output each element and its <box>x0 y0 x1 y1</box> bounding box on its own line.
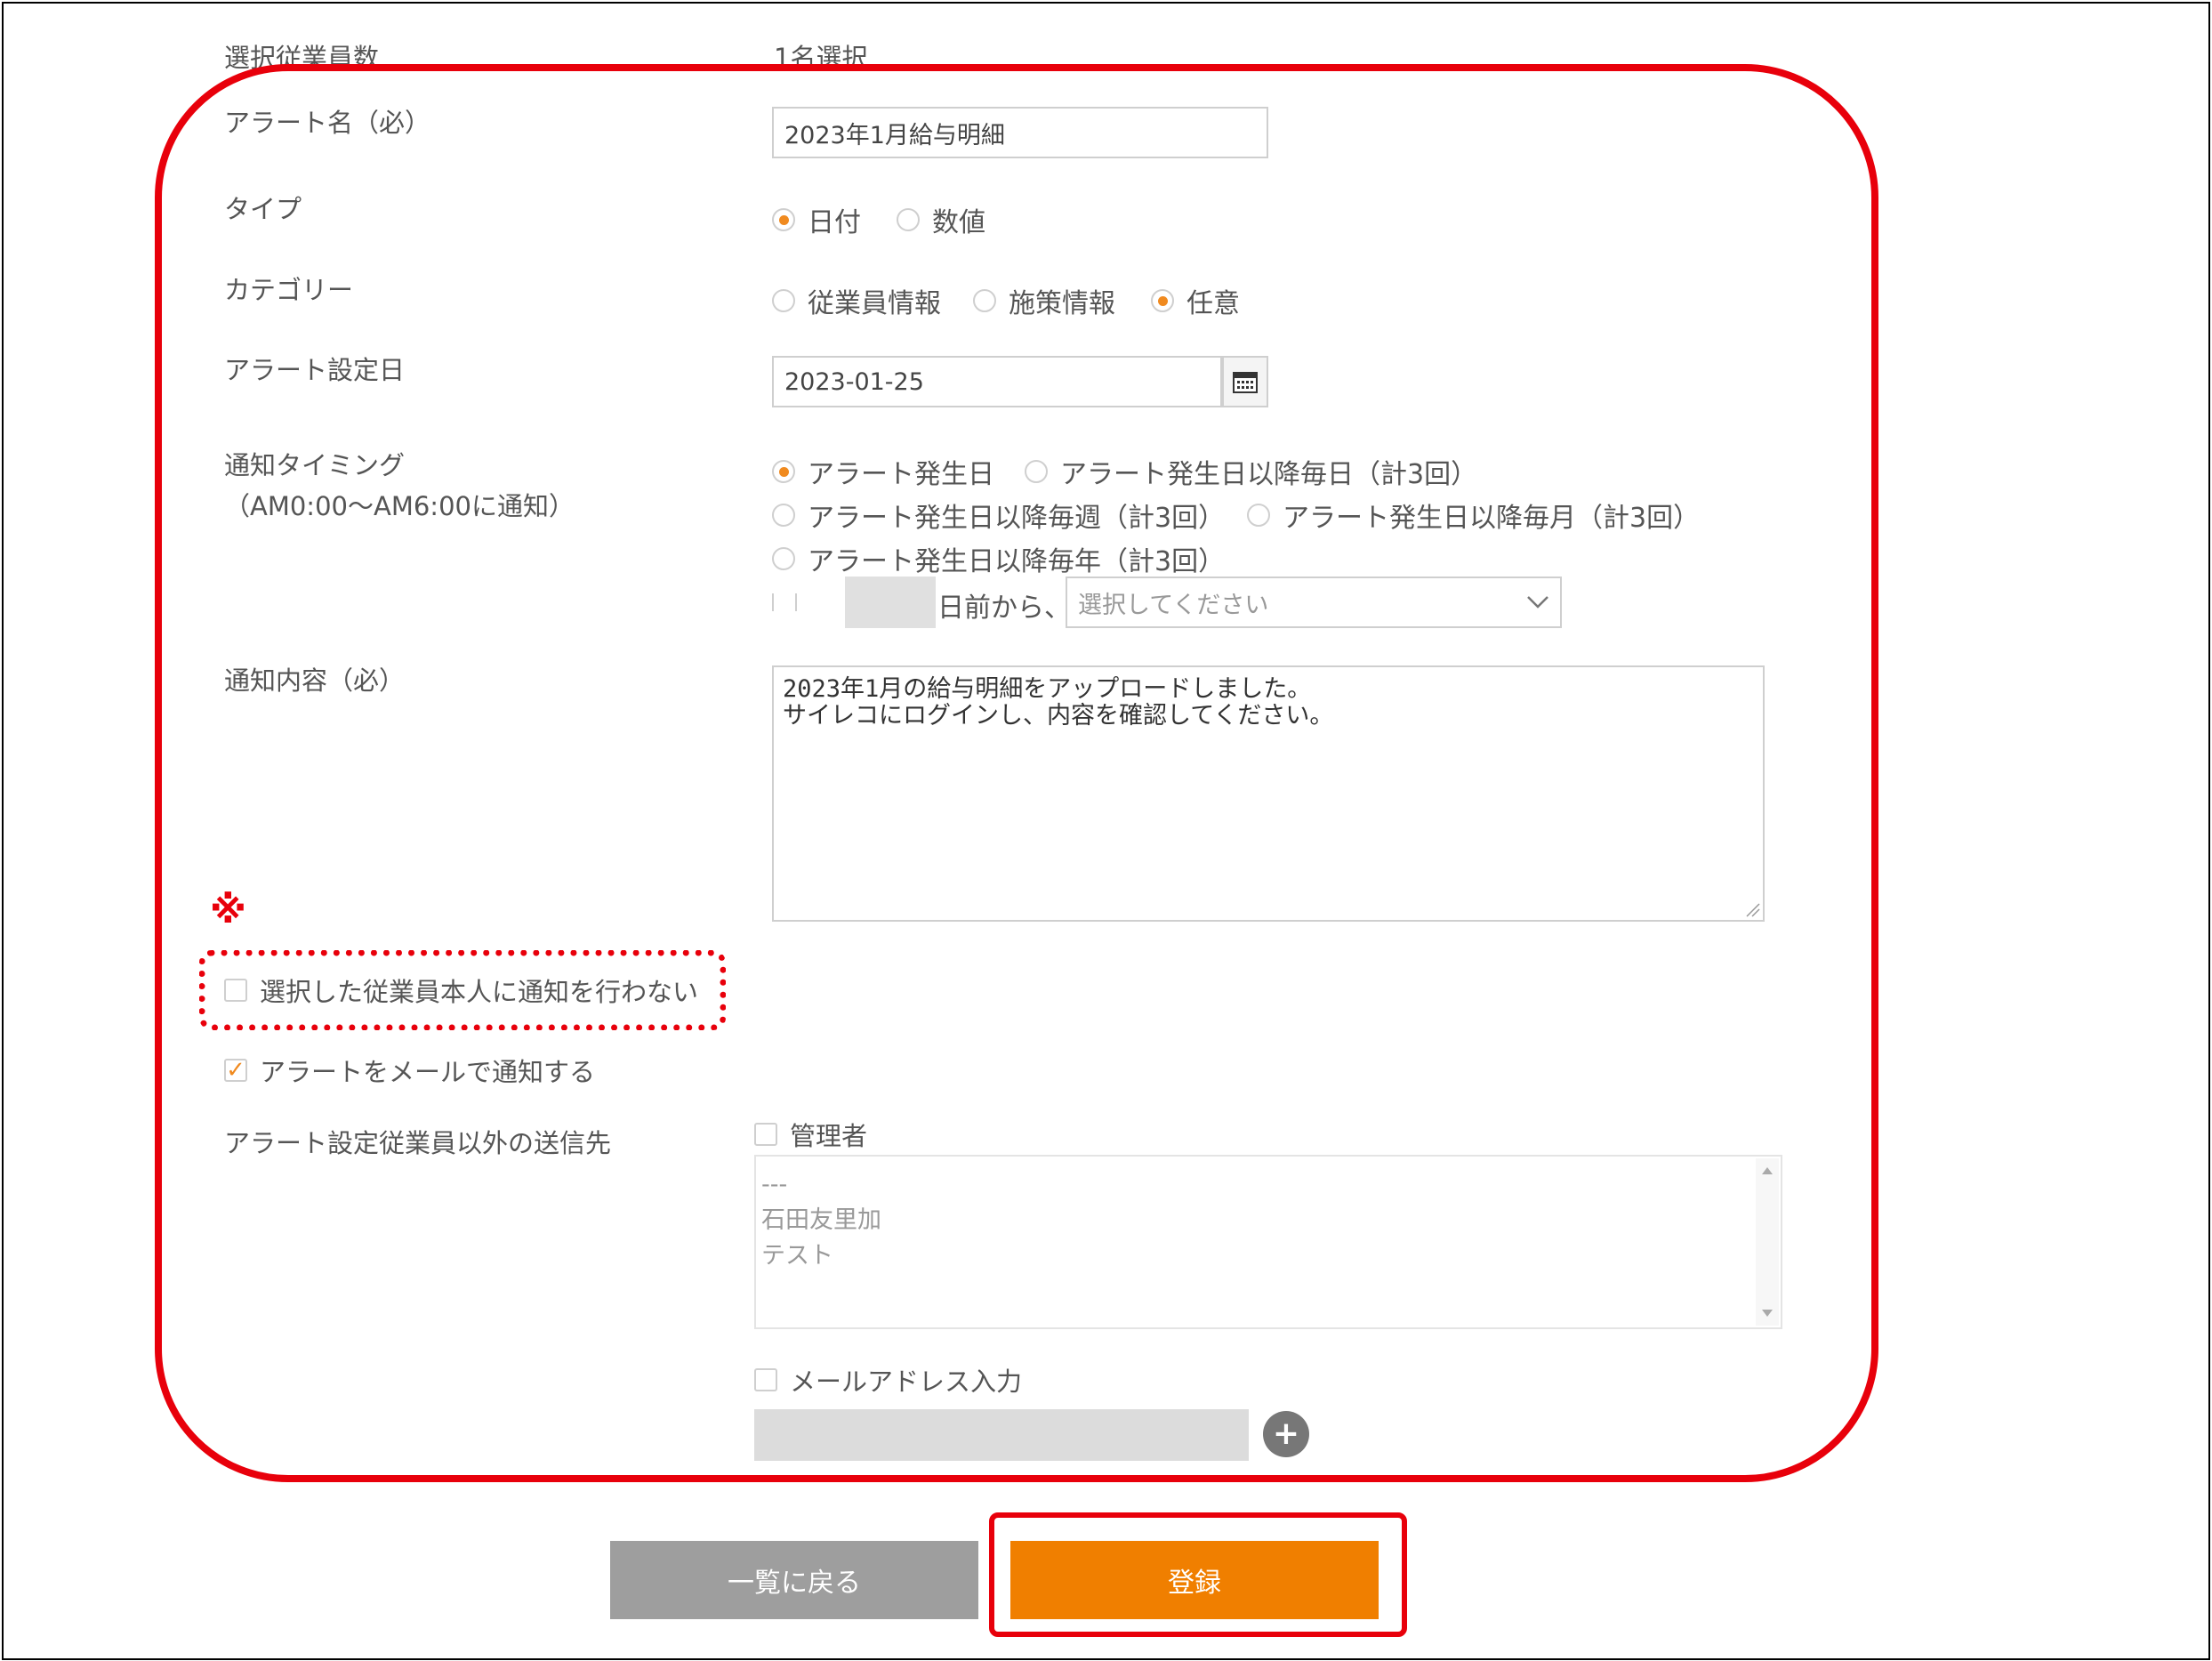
back-button[interactable]: 一覧に戻る <box>610 1541 978 1619</box>
register-highlight-box <box>989 1512 1407 1637</box>
form-highlight-box <box>155 64 1878 1482</box>
